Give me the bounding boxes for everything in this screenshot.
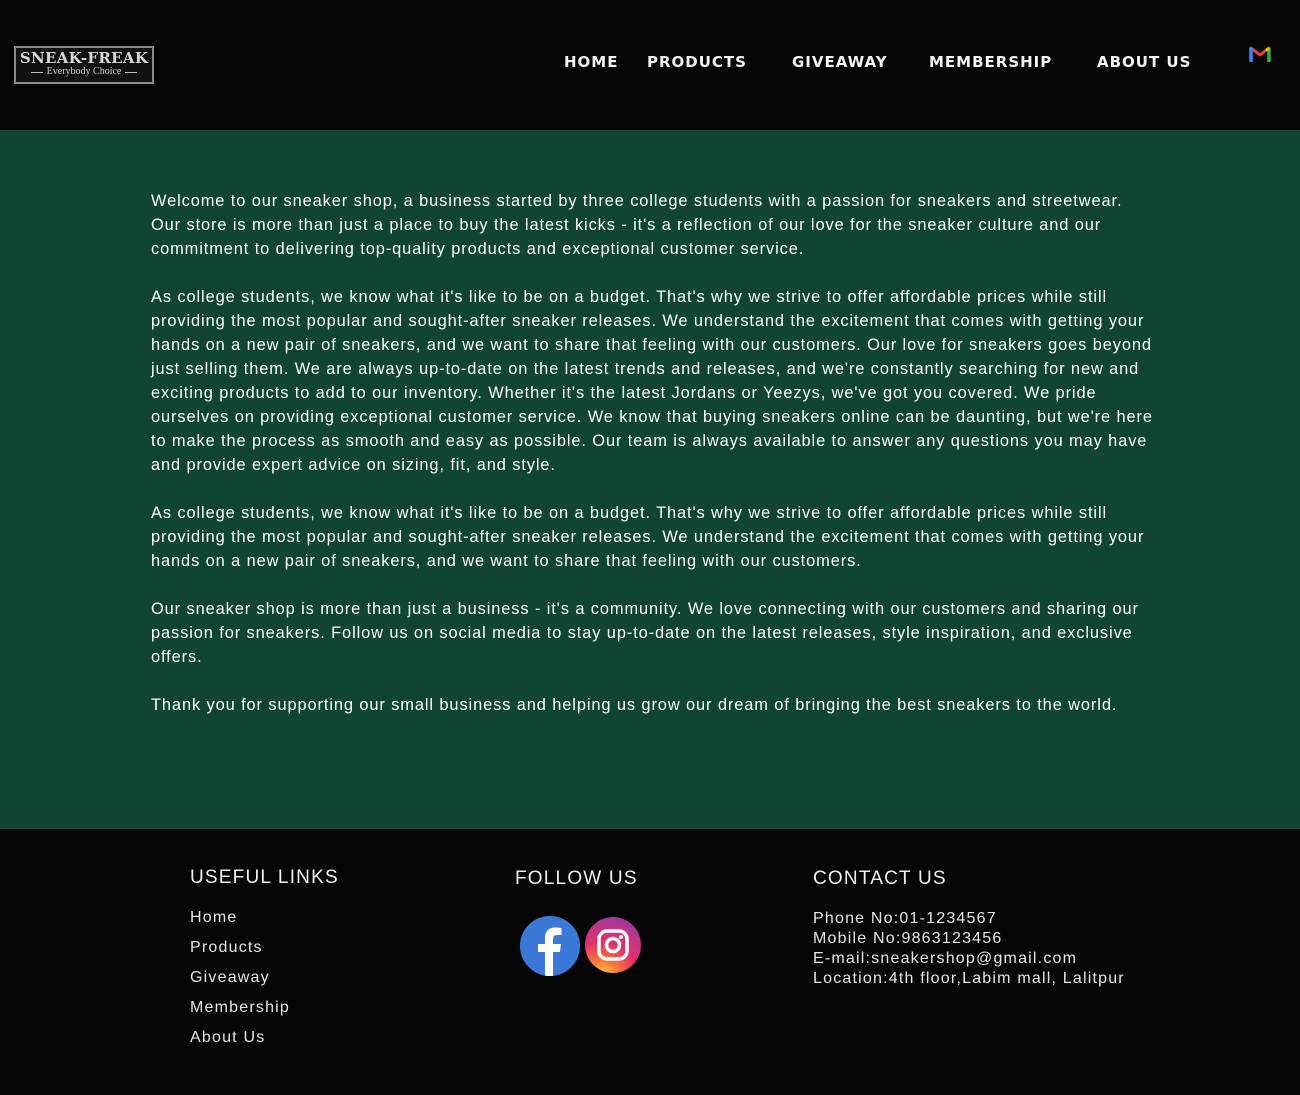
footer-link-membership[interactable]: Membership <box>190 999 290 1017</box>
facebook-icon[interactable] <box>520 916 580 976</box>
contact-phone: Phone No:01-1234567 <box>813 910 997 927</box>
footer-link-giveaway[interactable]: Giveaway <box>190 969 270 987</box>
footer-link-home[interactable]: Home <box>190 909 237 927</box>
about-paragraph: Thank you for supporting our small busin… <box>151 696 1118 714</box>
about-paragraph: Welcome to our sneaker shop, a business … <box>151 192 1123 258</box>
nav-about-us[interactable]: ABOUT US <box>1097 53 1191 71</box>
logo-divider <box>30 71 43 73</box>
contact-location: Location:4th floor,Labim mall, Lalitpur <box>813 970 1125 987</box>
site-footer: USEFUL LINKS Home Products Giveaway Memb… <box>0 829 1300 1095</box>
contact-us-title: CONTACT US <box>813 868 947 889</box>
instagram-icon[interactable] <box>585 917 641 973</box>
about-paragraph: As college students, we know what it's l… <box>151 504 1145 570</box>
footer-link-products[interactable]: Products <box>190 939 263 957</box>
logo-tagline: Everybody Choice <box>46 66 122 77</box>
nav-giveaway[interactable]: GIVEAWAY <box>792 53 888 71</box>
nav-membership[interactable]: MEMBERSHIP <box>929 53 1052 71</box>
logo-brand: SNEAK-FREAK <box>19 49 149 67</box>
footer-link-about-us[interactable]: About Us <box>190 1029 265 1047</box>
about-paragraph: Our sneaker shop is more than just a bus… <box>151 600 1139 666</box>
logo[interactable]: SNEAK-FREAK Everybody Choice <box>14 46 154 84</box>
contact-email[interactable]: E-mail:sneakershop@gmail.com <box>813 949 1077 969</box>
about-paragraph: As college students, we know what it's l… <box>151 288 1153 474</box>
about-text: Welcome to our sneaker shop, a business … <box>151 189 1155 741</box>
logo-divider <box>125 71 138 73</box>
nav-home[interactable]: HOME <box>564 53 618 71</box>
about-section: Welcome to our sneaker shop, a business … <box>0 130 1300 829</box>
useful-links-title: USEFUL LINKS <box>190 867 339 888</box>
follow-us-title: FOLLOW US <box>515 868 638 889</box>
site-header: SNEAK-FREAK Everybody Choice HOME PRODUC… <box>0 0 1300 130</box>
contact-mobile: Mobile No:9863123456 <box>813 930 1003 947</box>
gmail-icon[interactable] <box>1249 44 1271 64</box>
nav-products[interactable]: PRODUCTS <box>647 53 747 71</box>
